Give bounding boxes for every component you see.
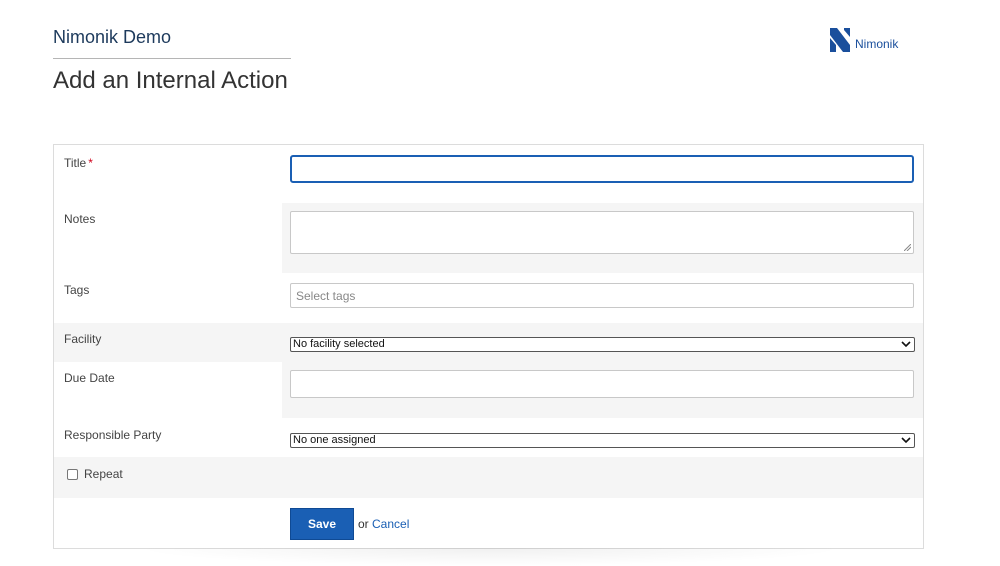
title-row: Title * [54, 145, 923, 203]
nimonik-logo: Nimonik [830, 28, 898, 52]
facility-label: Facility [64, 332, 102, 346]
chevron-down-icon [901, 341, 911, 348]
notes-row: Notes [54, 203, 923, 273]
facility-select[interactable]: No facility selected [290, 337, 915, 352]
chevron-down-icon [901, 437, 911, 444]
notes-textarea[interactable] [290, 211, 914, 254]
title-label-text: Title [64, 156, 87, 170]
facility-row: Facility No facility selected [54, 323, 923, 362]
card-shadow [130, 548, 850, 566]
responsible-selected-value: No one assigned [293, 434, 376, 446]
internal-action-form: Title * Notes Tags Select tags Facility N… [53, 144, 924, 549]
page-header: Nimonik Demo Add an Internal Action [53, 26, 293, 95]
resize-handle-icon[interactable] [904, 244, 911, 251]
due-date-input[interactable] [290, 370, 914, 398]
tags-label: Tags [64, 283, 90, 297]
repeat-row: Repeat [54, 457, 923, 498]
repeat-label[interactable]: Repeat [84, 467, 123, 481]
logo-text: Nimonik [855, 37, 899, 51]
due-date-label: Due Date [64, 371, 115, 385]
notes-label: Notes [64, 212, 96, 226]
responsible-party-row: Responsible Party No one assigned [54, 418, 923, 457]
or-text: or [358, 517, 369, 531]
nimonik-logo-icon [830, 28, 850, 52]
title-label: Title * [64, 156, 93, 170]
repeat-checkbox[interactable] [67, 469, 78, 480]
responsible-party-select[interactable]: No one assigned [290, 433, 915, 448]
cancel-link[interactable]: Cancel [372, 517, 409, 531]
org-name: Nimonik Demo [53, 26, 291, 59]
required-marker: * [88, 156, 93, 170]
responsible-party-label: Responsible Party [64, 428, 162, 442]
tags-select[interactable]: Select tags [290, 283, 914, 308]
tags-row: Tags Select tags [54, 273, 923, 323]
page-title: Add an Internal Action [53, 67, 288, 94]
due-date-row: Due Date [54, 362, 923, 418]
facility-selected-value: No facility selected [293, 338, 385, 350]
save-button[interactable]: Save [290, 508, 354, 540]
title-input[interactable] [290, 155, 914, 183]
tags-placeholder: Select tags [296, 289, 356, 303]
